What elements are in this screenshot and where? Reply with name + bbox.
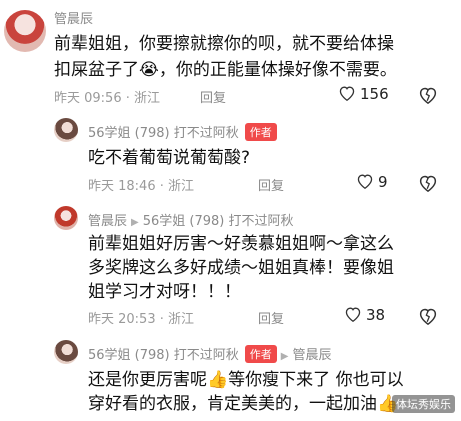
comment-author[interactable]: 56学姐 (798) 打不过阿秋 作者 ▶ 管晨辰 — [88, 344, 331, 363]
heart-icon — [345, 307, 361, 322]
like-button[interactable]: 9 — [356, 173, 388, 191]
comment-text-line: 扣屎盆子了😭，你的正能量体操好像不需要。 — [54, 60, 397, 80]
comment-time: 昨天 18:46 · 浙江 — [88, 179, 194, 194]
avatar[interactable] — [54, 118, 78, 142]
comment-time: 昨天 09:56 · 浙江 — [54, 91, 160, 106]
reply-arrow-icon: ▶ — [280, 351, 289, 362]
comment-author[interactable]: 管晨辰 — [54, 8, 93, 27]
comment-author[interactable]: 56学姐 (798) 打不过阿秋 作者 — [88, 122, 277, 141]
comment-text-line: 穿好看的衣服，肯定美美的，一起加油👍 — [88, 394, 399, 414]
reply-arrow-icon: ▶ — [131, 217, 139, 228]
watermark: 体坛秀娱乐 — [392, 395, 455, 413]
dislike-icon[interactable] — [418, 174, 438, 192]
comment-time: 昨天 20:53 · 浙江 — [88, 312, 194, 327]
heart-icon — [339, 86, 355, 101]
comment-text-line: 多奖牌这么多好成绩～姐姐真棒！要像姐 — [88, 258, 394, 278]
like-count: 156 — [360, 85, 389, 103]
reply-button[interactable]: 回复 — [258, 308, 284, 327]
reply-button[interactable]: 回复 — [258, 175, 284, 194]
author-badge: 作者 — [244, 123, 277, 141]
comment-text-line: 姐学习才对呀！！！ — [88, 282, 241, 302]
avatar[interactable] — [54, 340, 78, 364]
dislike-icon[interactable] — [418, 307, 438, 325]
comment-author[interactable]: 管晨辰 ▶ 56学姐 (798) 打不过阿秋 — [88, 210, 293, 229]
author-badge: 作者 — [244, 345, 277, 363]
like-button[interactable]: 38 — [344, 306, 385, 324]
avatar[interactable] — [54, 206, 78, 230]
avatar[interactable] — [4, 10, 46, 52]
dislike-icon[interactable] — [418, 86, 438, 104]
heart-icon — [357, 174, 373, 189]
like-count: 9 — [378, 173, 388, 191]
reply-button[interactable]: 回复 — [200, 87, 226, 106]
like-count: 38 — [366, 306, 386, 324]
like-button[interactable]: 156 — [338, 85, 389, 103]
comment-text-line: 还是你更厉害呢👍等你瘦下来了 你也可以 — [88, 370, 404, 390]
comment-text-line: 前辈姐姐，你要擦就擦你的呗，就不要给体操 — [54, 34, 394, 54]
comment-text-line: 吃不着葡萄说葡萄酸? — [88, 148, 251, 168]
comment-text-line: 前辈姐姐好厉害～好羡慕姐姐啊～拿这么 — [88, 234, 394, 254]
